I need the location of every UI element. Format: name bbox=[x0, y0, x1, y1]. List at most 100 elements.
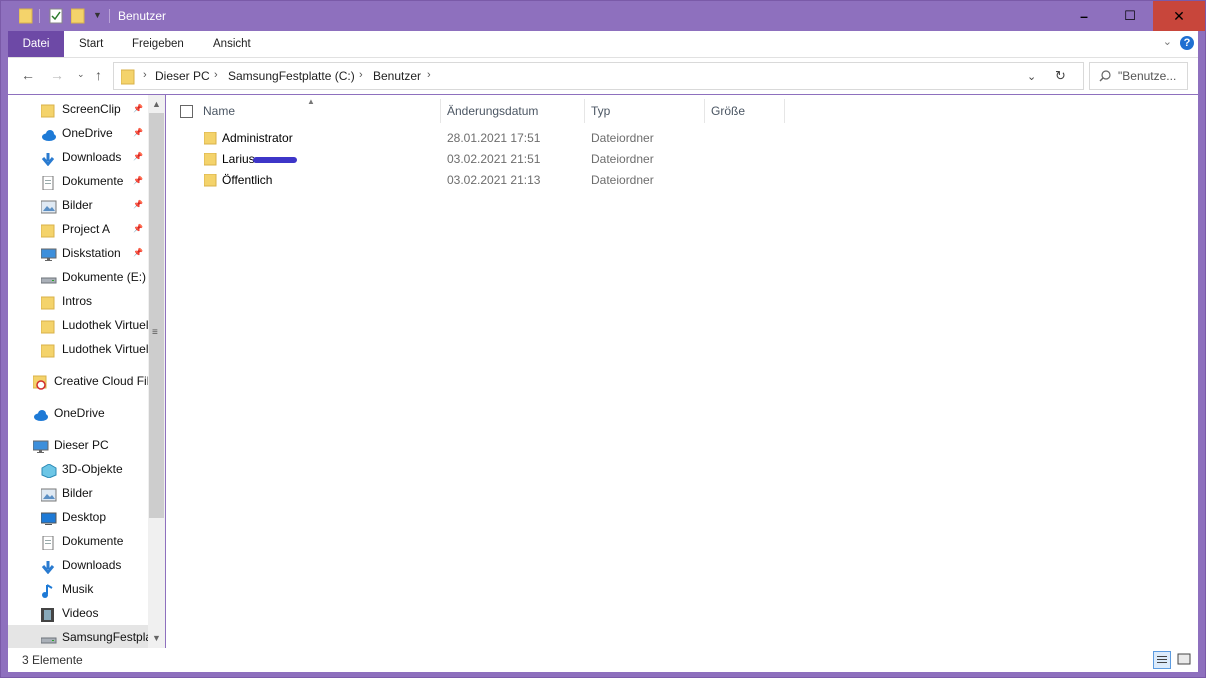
sidebar-item[interactable]: Dieser PC bbox=[8, 433, 148, 457]
sidebar-item[interactable]: Downloads bbox=[8, 553, 148, 577]
select-all-checkbox[interactable] bbox=[180, 105, 193, 118]
sidebar-item[interactable]: Dokumente bbox=[8, 529, 148, 553]
breadcrumb-separator-icon[interactable]: › bbox=[214, 69, 218, 81]
minimize-button[interactable]: – bbox=[1061, 1, 1107, 31]
breadcrumb-dieser-pc[interactable]: Dieser PC bbox=[155, 69, 210, 83]
properties-icon[interactable] bbox=[49, 7, 63, 25]
customize-toolbar-chevron-icon[interactable]: ▼ bbox=[93, 10, 102, 28]
nav-scrollbar[interactable]: ▲ ≡ ▼ bbox=[148, 95, 165, 648]
sidebar-item-label: Downloads bbox=[62, 150, 122, 164]
breadcrumb-benutzer[interactable]: Benutzer bbox=[373, 69, 421, 83]
search-input[interactable]: "Benutze... bbox=[1089, 62, 1188, 90]
file-type: Dateiordner bbox=[591, 131, 654, 145]
file-date: 03.02.2021 21:13 bbox=[447, 173, 541, 187]
pin-icon: 📌 bbox=[133, 176, 143, 185]
sidebar-item[interactable]: OneDrive 📌 bbox=[8, 121, 148, 145]
column-header-date[interactable]: Änderungsdatum bbox=[441, 99, 585, 123]
sidebar-item[interactable]: Downloads 📌 bbox=[8, 145, 148, 169]
address-history-chevron-icon[interactable]: ⌄ bbox=[1027, 70, 1036, 83]
sidebar-item[interactable]: Diskstation 📌 bbox=[8, 241, 148, 265]
file-type: Dateiordner bbox=[591, 152, 654, 166]
folder-icon bbox=[40, 222, 55, 238]
folder-icon bbox=[40, 102, 55, 118]
table-row[interactable]: Administrator 28.01.2021 17:51 Dateiordner bbox=[200, 128, 800, 149]
cc-icon bbox=[32, 374, 47, 390]
scroll-down-icon[interactable]: ▼ bbox=[152, 633, 161, 643]
breadcrumb-separator-icon: › bbox=[143, 69, 147, 81]
refresh-icon[interactable]: ↻ bbox=[1055, 68, 1066, 84]
sidebar-item[interactable]: Dokumente (E:) bbox=[8, 265, 148, 289]
file-name[interactable]: Larius bbox=[222, 149, 297, 170]
folder-icon bbox=[40, 342, 55, 358]
folder-icon[interactable] bbox=[19, 7, 33, 25]
sidebar-item-label: 3D-Objekte bbox=[62, 462, 123, 476]
tab-start[interactable]: Start bbox=[79, 31, 103, 57]
folder-icon bbox=[40, 318, 55, 334]
sidebar-item[interactable]: Ludothek Virtuel bbox=[8, 337, 148, 361]
tab-freigeben[interactable]: Freigeben bbox=[132, 31, 184, 57]
pin-icon: 📌 bbox=[133, 224, 143, 233]
search-icon bbox=[1099, 70, 1111, 82]
sidebar-item[interactable]: Ludothek Virtuel bbox=[8, 313, 148, 337]
file-name[interactable]: Administrator bbox=[222, 128, 293, 149]
sidebar-item[interactable]: Creative Cloud Fil bbox=[8, 369, 148, 393]
file-name[interactable]: Öffentlich bbox=[222, 170, 272, 191]
up-arrow-icon[interactable]: ↑ bbox=[95, 67, 102, 83]
maximize-button[interactable]: ☐ bbox=[1107, 1, 1153, 31]
sidebar-item[interactable]: Dokumente 📌 bbox=[8, 169, 148, 193]
recent-locations-chevron-icon[interactable]: ⌄ bbox=[77, 69, 85, 80]
navigation-pane: ScreenClip 📌 OneDrive 📌 Downloads 📌 Dokumente 📌… bbox=[8, 95, 165, 649]
sidebar-item[interactable]: Bilder 📌 bbox=[8, 193, 148, 217]
forward-arrow-icon[interactable]: → bbox=[50, 67, 64, 83]
new-folder-icon[interactable] bbox=[71, 7, 85, 25]
column-header-name[interactable]: Name bbox=[197, 99, 441, 123]
tab-datei[interactable]: Datei bbox=[8, 31, 64, 57]
sidebar-item[interactable]: OneDrive bbox=[8, 401, 148, 425]
sidebar-item[interactable]: ScreenClip 📌 bbox=[8, 97, 148, 121]
folder-icon bbox=[40, 294, 55, 310]
file-list: ▲ Name Änderungsdatum Typ Größe Administ… bbox=[166, 95, 1198, 648]
column-header-type[interactable]: Typ bbox=[585, 99, 705, 123]
drive-icon bbox=[40, 270, 57, 284]
address-field[interactable]: › Dieser PC › SamsungFestplatte (C:) › B… bbox=[113, 62, 1084, 90]
sidebar-item-label: Bilder bbox=[62, 486, 93, 500]
help-icon[interactable]: ? bbox=[1180, 36, 1194, 50]
music-icon bbox=[41, 582, 55, 598]
redaction-mark bbox=[252, 156, 297, 163]
explorer-window: ▼ Benutzer – ☐ ✕ Datei Start Freigeben A… bbox=[0, 0, 1206, 678]
table-row[interactable]: Öffentlich 03.02.2021 21:13 Dateiordner bbox=[200, 170, 800, 191]
sidebar-item[interactable]: Intros bbox=[8, 289, 148, 313]
sidebar-item[interactable]: Project A 📌 bbox=[8, 217, 148, 241]
table-row[interactable]: Larius 03.02.2021 21:51 Dateiordner bbox=[200, 149, 800, 170]
close-button[interactable]: ✕ bbox=[1153, 1, 1205, 31]
scroll-up-icon[interactable]: ▲ bbox=[152, 99, 161, 109]
download-icon bbox=[41, 558, 55, 575]
breadcrumb-drive[interactable]: SamsungFestplatte (C:) bbox=[228, 69, 355, 83]
expand-ribbon-chevron-icon[interactable]: ⌄ bbox=[1163, 35, 1172, 48]
large-icons-view-button[interactable] bbox=[1176, 651, 1194, 669]
sidebar-item[interactable]: Videos bbox=[8, 601, 148, 625]
details-view-button[interactable] bbox=[1153, 651, 1171, 669]
folder-icon bbox=[121, 69, 135, 85]
sidebar-item[interactable]: Bilder bbox=[8, 481, 148, 505]
back-arrow-icon[interactable]: ← bbox=[21, 67, 35, 83]
nav-scrollbar-thumb[interactable] bbox=[149, 113, 164, 518]
sidebar-item[interactable]: SamsungFestpla bbox=[8, 625, 148, 649]
sidebar-item-label: Bilder bbox=[62, 198, 93, 212]
sidebar-item[interactable]: Desktop bbox=[8, 505, 148, 529]
monitor-icon bbox=[32, 438, 49, 453]
tab-ansicht[interactable]: Ansicht bbox=[213, 31, 251, 57]
pin-icon: 📌 bbox=[133, 248, 143, 257]
folder-icon bbox=[204, 174, 217, 187]
sidebar-item[interactable]: 3D-Objekte bbox=[8, 457, 148, 481]
ribbon-tabs: Datei Start Freigeben Ansicht ⌄ ? bbox=[8, 31, 1198, 58]
column-header-size[interactable]: Größe bbox=[705, 99, 785, 123]
scroll-grip-icon: ≡ bbox=[152, 327, 158, 338]
pin-icon: 📌 bbox=[133, 128, 143, 137]
document-icon bbox=[41, 174, 55, 191]
sidebar-item-label: Dokumente bbox=[62, 534, 124, 548]
sidebar-item[interactable]: Musik bbox=[8, 577, 148, 601]
breadcrumb-separator-icon[interactable]: › bbox=[359, 69, 363, 81]
sidebar-item-label: Ludothek Virtuel bbox=[62, 318, 148, 332]
breadcrumb-separator-icon[interactable]: › bbox=[427, 69, 431, 81]
